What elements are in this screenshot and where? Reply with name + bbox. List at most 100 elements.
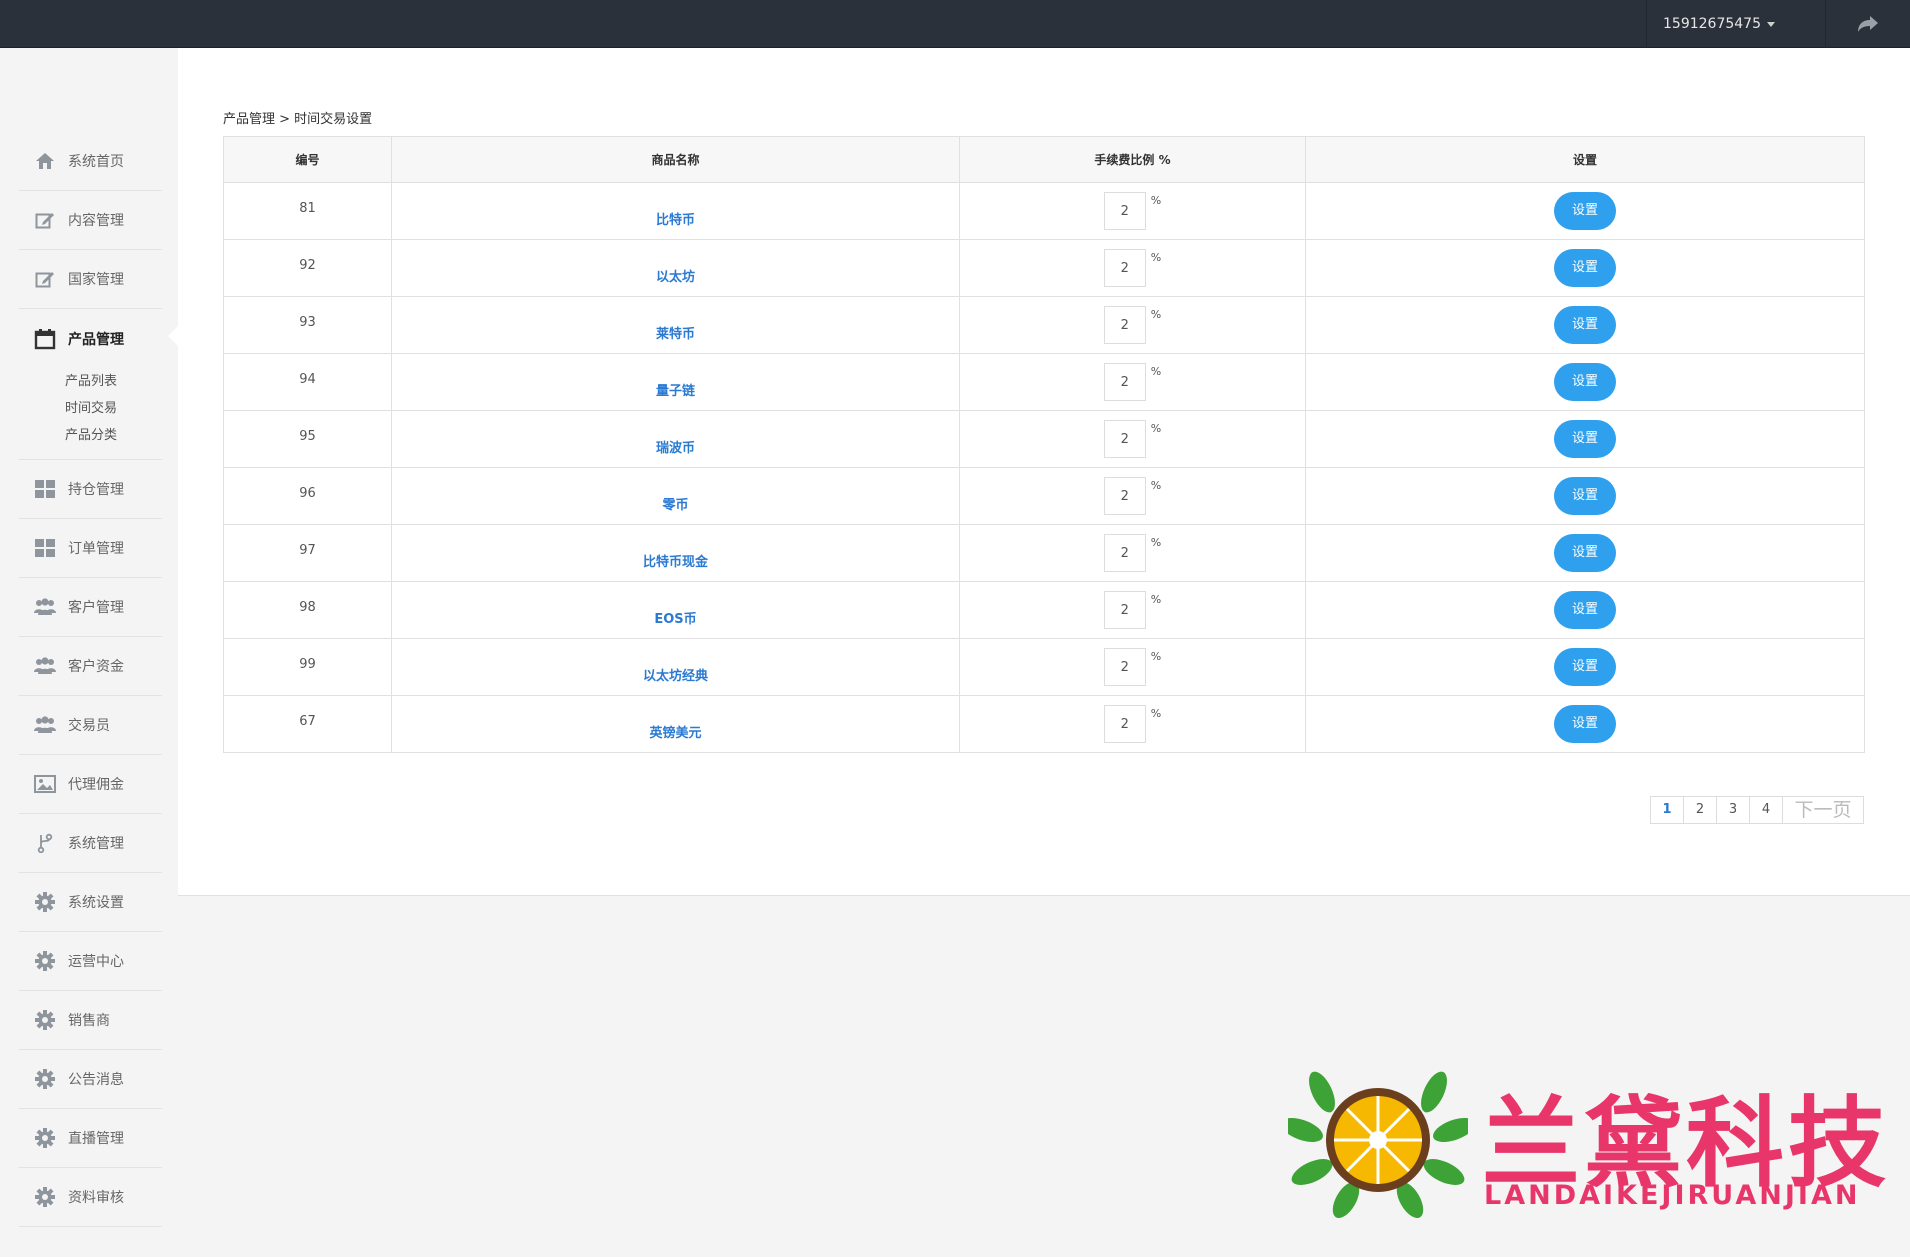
page-1[interactable]: 1 — [1650, 796, 1684, 824]
page-4[interactable]: 4 — [1749, 796, 1783, 824]
sidebar-nav: 系统首页 内容管理 国家管理产品管理产品列表 时间交易 产品分类持仓管理订单管理客户管理… — [19, 132, 162, 1227]
sidebar-item-15[interactable]: 直播管理 — [19, 1109, 162, 1168]
fee-group: % — [1103, 477, 1162, 515]
percent-sign: % — [1150, 308, 1162, 321]
watermark-subtitle: LANDAIKEJIRUANJIAN — [1484, 1180, 1861, 1211]
sidebar-item-6[interactable]: 客户管理 — [19, 578, 162, 637]
fee-input[interactable] — [1103, 306, 1146, 344]
main-panel: 产品管理 > 时间交易设置 编号 商品名称 手续费比例 % 设置 81 比特币% 设… — [178, 48, 1910, 896]
row-id: 81 — [223, 182, 392, 240]
row-name: 以太坊经典 — [391, 638, 960, 696]
sidebar-item-16[interactable]: 资料审核 — [19, 1168, 162, 1227]
sidebar-item-label: 产品管理 — [68, 331, 124, 348]
set-button[interactable]: 设置 — [1554, 705, 1616, 743]
row-name: EOS币 — [391, 581, 960, 639]
sidebar-item-5[interactable]: 订单管理 — [19, 519, 162, 578]
product-name-link[interactable]: 比特币现金 — [643, 555, 708, 570]
percent-sign: % — [1150, 707, 1162, 720]
row-name: 以太坊 — [391, 239, 960, 297]
row-action: 设置 — [1305, 524, 1865, 582]
row-id: 98 — [223, 581, 392, 639]
product-name-link[interactable]: 零币 — [662, 498, 688, 513]
fee-group: % — [1103, 420, 1161, 458]
fee-input[interactable] — [1103, 648, 1146, 686]
fee-input[interactable] — [1103, 591, 1146, 629]
submenu-item[interactable]: 时间交易 — [65, 395, 162, 422]
row-name: 瑞波币 — [391, 410, 960, 468]
row-fee: % — [959, 467, 1306, 525]
sidebar-item-3[interactable]: 产品管理 — [19, 309, 162, 368]
sidebar-item-1[interactable]: 内容管理 — [19, 191, 162, 250]
set-button[interactable]: 设置 — [1554, 192, 1616, 230]
table-row: 97 比特币现金% 设置 — [223, 524, 1865, 582]
page-3[interactable]: 3 — [1716, 796, 1750, 824]
fee-input[interactable] — [1103, 705, 1146, 743]
row-action: 设置 — [1305, 353, 1865, 411]
active-indicator — [168, 326, 178, 346]
fee-group: % — [1103, 306, 1162, 344]
product-name-link[interactable]: EOS币 — [654, 612, 696, 627]
product-name-link[interactable]: 以太坊经典 — [643, 669, 708, 684]
set-button[interactable]: 设置 — [1554, 534, 1616, 572]
fee-input[interactable] — [1103, 249, 1146, 287]
fee-group: % — [1103, 648, 1162, 686]
fee-input[interactable] — [1103, 477, 1146, 515]
row-action: 设置 — [1305, 182, 1865, 240]
username: 15912675475 — [1663, 16, 1761, 32]
sidebar-item-0[interactable]: 系统首页 — [19, 132, 162, 191]
next-page-button[interactable]: 下一页 — [1782, 796, 1864, 824]
row-id-text: 97 — [299, 542, 316, 558]
sidebar-item-label: 销售商 — [68, 1013, 110, 1029]
product-name-link[interactable]: 量子链 — [656, 384, 695, 399]
set-button[interactable]: 设置 — [1554, 591, 1616, 629]
sidebar-item-11[interactable]: 系统设置 — [19, 873, 162, 932]
grid-icon — [34, 537, 56, 559]
set-button[interactable]: 设置 — [1554, 249, 1616, 287]
user-menu[interactable]: 15912675475 — [1646, 0, 1826, 48]
row-id-text: 94 — [299, 371, 316, 387]
sidebar-item-label: 订单管理 — [68, 541, 124, 557]
page-2[interactable]: 2 — [1683, 796, 1717, 824]
table-header-row: 编号 商品名称 手续费比例 % 设置 — [223, 136, 1865, 183]
set-button[interactable]: 设置 — [1554, 363, 1616, 401]
logout-button[interactable] — [1825, 0, 1910, 48]
table-row: 98 EOS币% 设置 — [223, 581, 1865, 639]
set-button[interactable]: 设置 — [1554, 648, 1616, 686]
sidebar-item-13[interactable]: 销售商 — [19, 991, 162, 1050]
sidebar-item-label: 客户管理 — [68, 600, 124, 616]
product-name-link[interactable]: 以太坊 — [656, 270, 695, 285]
percent-sign: % — [1150, 479, 1162, 492]
trade-settings-table: 编号 商品名称 手续费比例 % 设置 81 比特币% 设置 92 以太坊% 设置 93 莱特币… — [223, 136, 1865, 753]
submenu-item[interactable]: 产品列表 — [65, 368, 162, 395]
set-button[interactable]: 设置 — [1554, 477, 1616, 515]
product-name-link[interactable]: 比特币 — [656, 213, 695, 228]
sidebar-item-9[interactable]: 代理佣金 — [19, 755, 162, 814]
fee-input[interactable] — [1103, 534, 1146, 572]
percent-sign: % — [1150, 650, 1162, 663]
fee-input[interactable] — [1103, 420, 1146, 458]
submenu-item[interactable]: 产品分类 — [65, 422, 162, 449]
sidebar-item-10[interactable]: 系统管理 — [19, 814, 162, 873]
sidebar-item-14[interactable]: 公告消息 — [19, 1050, 162, 1109]
gear-icon — [34, 950, 56, 972]
sidebar-item-7[interactable]: 客户资金 — [19, 637, 162, 696]
set-button[interactable]: 设置 — [1554, 306, 1616, 344]
sidebar-item-2[interactable]: 国家管理 — [19, 250, 162, 309]
sidebar-item-8[interactable]: 交易员 — [19, 696, 162, 755]
product-name-link[interactable]: 英镑美元 — [649, 726, 701, 741]
gear-icon — [34, 1127, 56, 1149]
sidebar-item-label: 公告消息 — [68, 1072, 124, 1088]
sidebar-item-12[interactable]: 运营中心 — [19, 932, 162, 991]
row-id-text: 96 — [299, 485, 316, 501]
fee-input[interactable] — [1103, 363, 1146, 401]
row-id-text: 93 — [299, 314, 316, 330]
fee-input[interactable] — [1103, 192, 1146, 230]
percent-sign: % — [1150, 365, 1162, 378]
product-name-link[interactable]: 瑞波币 — [656, 441, 695, 456]
row-action: 设置 — [1305, 239, 1865, 297]
product-name-link[interactable]: 莱特币 — [656, 327, 695, 342]
row-id: 96 — [223, 467, 392, 525]
row-id-text: 98 — [299, 599, 316, 615]
sidebar-item-4[interactable]: 持仓管理 — [19, 460, 162, 519]
set-button[interactable]: 设置 — [1554, 420, 1616, 458]
